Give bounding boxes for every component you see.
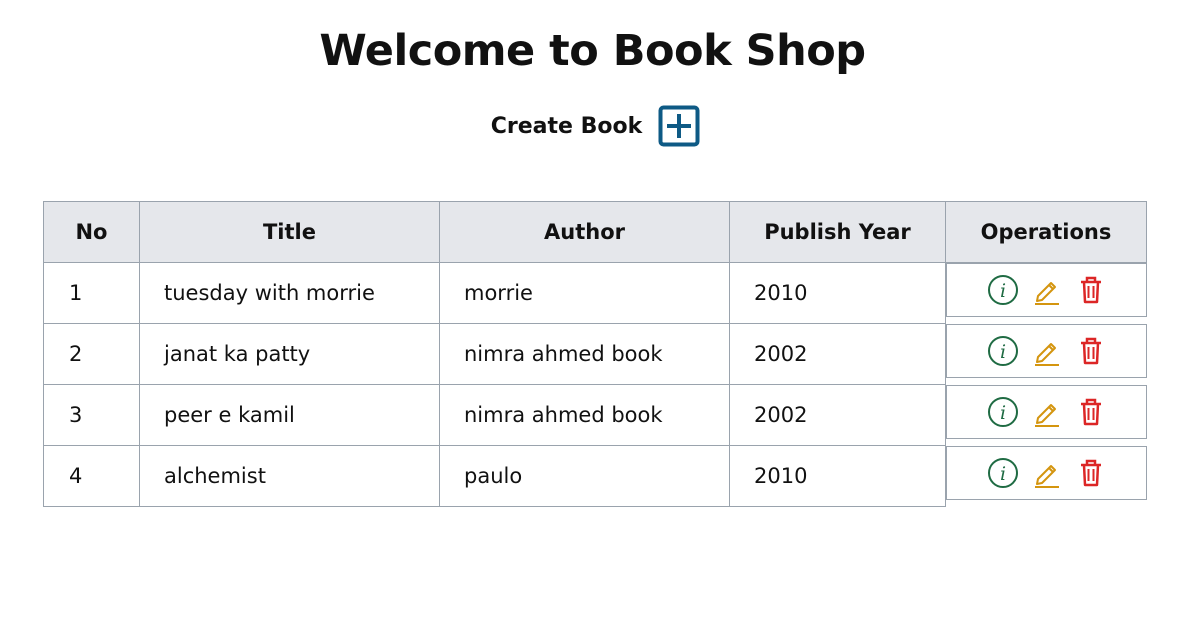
cell-no: 2 [43, 323, 140, 385]
column-header-publish-year: Publish Year [729, 201, 946, 263]
pencil-edit-icon[interactable] [1031, 274, 1063, 306]
column-header-title: Title [139, 201, 440, 263]
cell-title: peer e kamil [139, 384, 440, 446]
cell-author: nimra ahmed book [439, 323, 730, 385]
info-circle-icon[interactable]: i [987, 274, 1019, 306]
operations-group: i [946, 445, 1147, 500]
pencil-edit-icon[interactable] [1031, 335, 1063, 367]
svg-text:i: i [1000, 463, 1006, 485]
cell-publish-year: 2010 [729, 445, 946, 507]
svg-text:i: i [1000, 280, 1006, 302]
svg-text:i: i [1000, 402, 1006, 424]
cell-operations: i [946, 445, 1147, 507]
table-row: 2 janat ka patty nimra ahmed book 2002 i [43, 323, 1147, 385]
table-row: 4 alchemist paulo 2010 i [43, 445, 1147, 507]
books-table-wrapper: No Title Author Publish Year Operations … [43, 201, 1147, 507]
operations-group: i [946, 323, 1147, 378]
cell-no: 4 [43, 445, 140, 507]
trash-icon[interactable] [1075, 396, 1107, 428]
cell-title: alchemist [139, 445, 440, 507]
trash-icon[interactable] [1075, 457, 1107, 489]
cell-title: janat ka patty [139, 323, 440, 385]
cell-author: paulo [439, 445, 730, 507]
trash-icon[interactable] [1075, 335, 1107, 367]
info-circle-icon[interactable]: i [987, 335, 1019, 367]
table-row: 1 tuesday with morrie morrie 2010 i [43, 262, 1147, 324]
table-row: 3 peer e kamil nimra ahmed book 2002 i [43, 384, 1147, 446]
column-header-no: No [43, 201, 140, 263]
cell-operations: i [946, 384, 1147, 446]
cell-no: 1 [43, 262, 140, 324]
operations-group: i [946, 384, 1147, 439]
books-table: No Title Author Publish Year Operations … [43, 201, 1147, 507]
create-book-row: Create Book [0, 105, 1185, 147]
cell-publish-year: 2010 [729, 262, 946, 324]
cell-no: 3 [43, 384, 140, 446]
info-circle-icon[interactable]: i [987, 457, 1019, 489]
cell-publish-year: 2002 [729, 323, 946, 385]
cell-publish-year: 2002 [729, 384, 946, 446]
table-header-row: No Title Author Publish Year Operations [43, 201, 1147, 263]
plus-square-icon[interactable] [658, 105, 700, 147]
svg-text:i: i [1000, 341, 1006, 363]
info-circle-icon[interactable]: i [987, 396, 1019, 428]
cell-author: morrie [439, 262, 730, 324]
column-header-author: Author [439, 201, 730, 263]
create-book-label: Create Book [490, 113, 643, 139]
page-title: Welcome to Book Shop [319, 26, 866, 76]
pencil-edit-icon[interactable] [1031, 457, 1063, 489]
table-body: 1 tuesday with morrie morrie 2010 i 2 ja… [43, 262, 1147, 507]
cell-title: tuesday with morrie [139, 262, 440, 324]
operations-group: i [946, 263, 1147, 317]
trash-icon[interactable] [1075, 274, 1107, 306]
pencil-edit-icon[interactable] [1031, 396, 1063, 428]
cell-author: nimra ahmed book [439, 384, 730, 446]
cell-operations: i [946, 323, 1147, 385]
cell-operations: i [946, 263, 1147, 324]
column-header-operations: Operations [945, 201, 1147, 263]
